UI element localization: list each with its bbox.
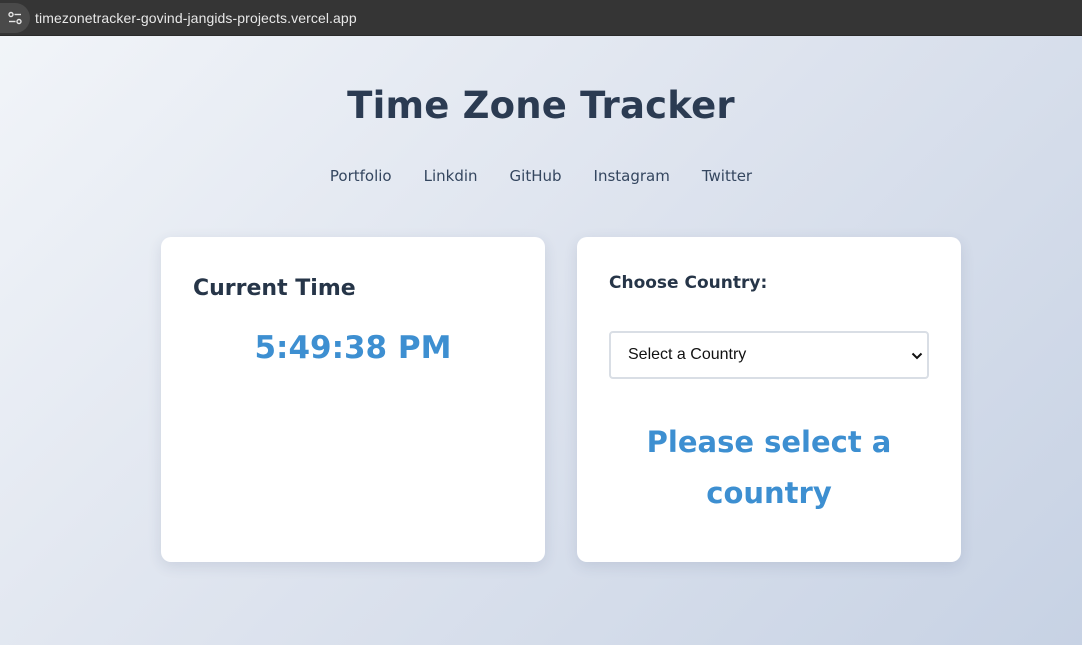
current-time-card: Current Time 5:49:38 PM [161,237,545,562]
country-select-value: Select a Country [628,346,747,363]
current-time-value: 5:49:38 PM [254,330,452,366]
country-select[interactable]: Select a Country [609,331,929,379]
nav-link-portfolio[interactable]: Portfolio [330,167,392,185]
chevron-down-icon [911,351,923,361]
nav-link-github[interactable]: GitHub [510,167,562,185]
nav-link-instagram[interactable]: Instagram [594,167,670,185]
url-text[interactable]: timezonetracker-govind-jangids-projects.… [35,10,357,26]
nav-link-twitter[interactable]: Twitter [702,167,752,185]
select-country-message: Please select a country [646,425,892,510]
choose-country-label: Choose Country: [609,273,768,293]
tune-icon[interactable] [0,3,30,33]
nav-bar: Portfolio Linkdin GitHub Instagram Twitt… [0,167,1082,185]
browser-address-bar: timezonetracker-govind-jangids-projects.… [0,0,1082,36]
nav-link-linkedin[interactable]: Linkdin [424,167,478,185]
country-card: Choose Country: Select a Country Please … [577,237,961,562]
current-time-heading: Current Time [193,276,356,301]
page-title: Time Zone Tracker [347,84,735,127]
